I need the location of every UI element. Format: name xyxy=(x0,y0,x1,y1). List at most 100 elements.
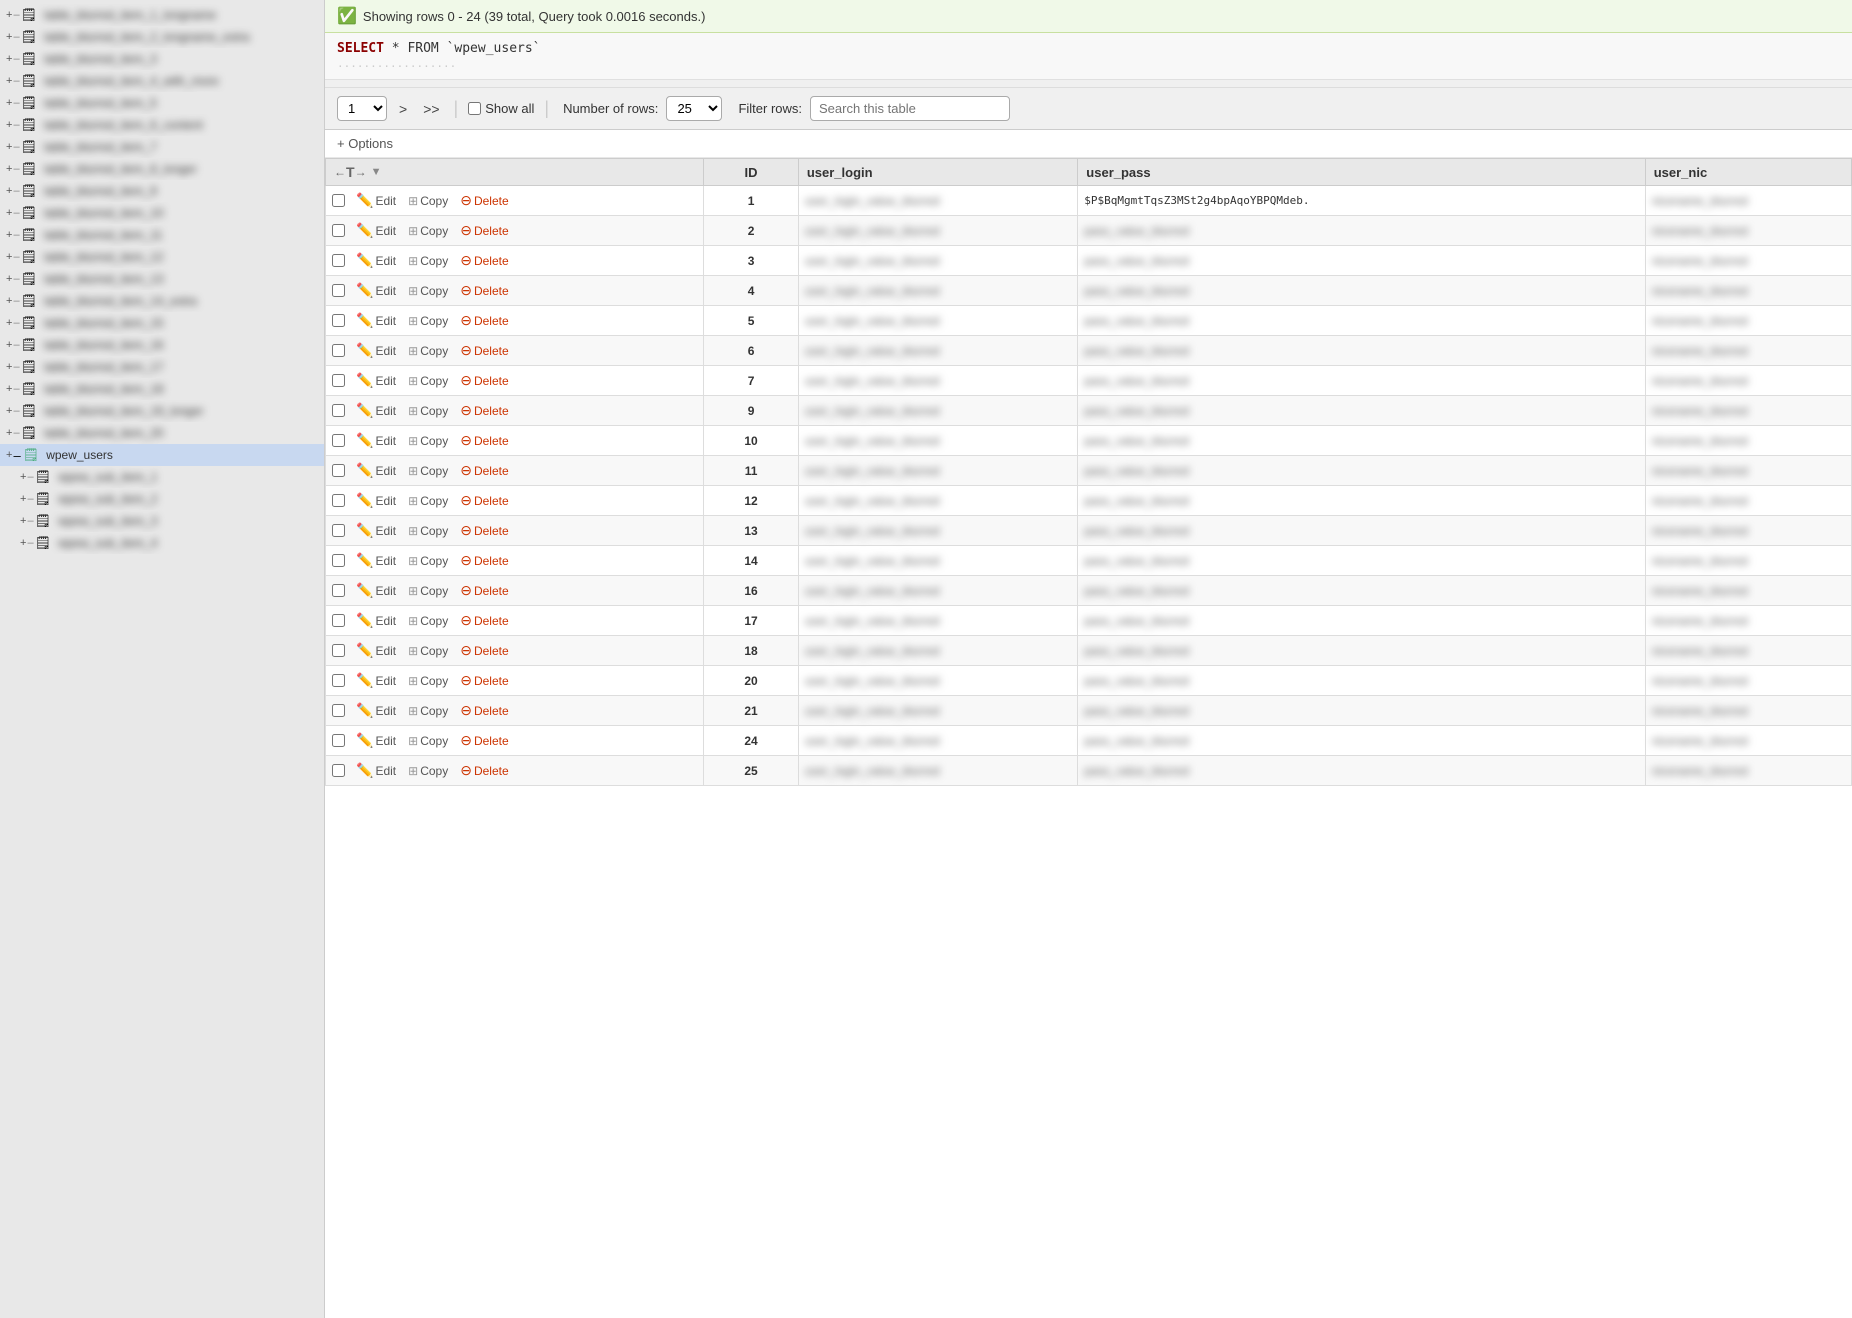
sidebar-item-18[interactable]: + – 🗒 table_blurred_item_18 xyxy=(0,378,324,400)
copy-button[interactable]: ⊞ Copy xyxy=(403,282,453,300)
row-checkbox[interactable] xyxy=(332,314,345,327)
sidebar-item-sub-3[interactable]: + – 🗒 wpew_sub_item_3 xyxy=(0,510,324,532)
copy-button[interactable]: ⊞ Copy xyxy=(403,762,453,780)
delete-button[interactable]: ⊖ Delete xyxy=(455,280,513,301)
sidebar-item-3[interactable]: + – 🗒 table_blurred_item_3 xyxy=(0,48,324,70)
row-checkbox[interactable] xyxy=(332,374,345,387)
sidebar-item-17[interactable]: + – 🗒 table_blurred_item_17 xyxy=(0,356,324,378)
row-checkbox[interactable] xyxy=(332,464,345,477)
delete-button[interactable]: ⊖ Delete xyxy=(455,520,513,541)
sidebar-item-12[interactable]: + – 🗒 table_blurred_item_12 xyxy=(0,246,324,268)
sidebar-item-14[interactable]: + – 🗒 table_blurred_item_14_extra xyxy=(0,290,324,312)
copy-button[interactable]: ⊞ Copy xyxy=(403,312,453,330)
delete-button[interactable]: ⊖ Delete xyxy=(455,460,513,481)
delete-button[interactable]: ⊖ Delete xyxy=(455,430,513,451)
row-checkbox[interactable] xyxy=(332,614,345,627)
row-checkbox[interactable] xyxy=(332,704,345,717)
sidebar-item-1[interactable]: + – 🗒 table_blurred_item_1_longname xyxy=(0,4,324,26)
delete-button[interactable]: ⊖ Delete xyxy=(455,700,513,721)
edit-button[interactable]: ✏️ Edit xyxy=(351,550,401,571)
copy-button[interactable]: ⊞ Copy xyxy=(403,252,453,270)
delete-button[interactable]: ⊖ Delete xyxy=(455,220,513,241)
options-link[interactable]: + Options xyxy=(337,136,393,151)
sidebar-item-10[interactable]: + – 🗒 table_blurred_item_10 xyxy=(0,202,324,224)
delete-button[interactable]: ⊖ Delete xyxy=(455,400,513,421)
copy-button[interactable]: ⊞ Copy xyxy=(403,672,453,690)
sidebar-item-6[interactable]: + – 🗒 table_blurred_item_6_content xyxy=(0,114,324,136)
row-checkbox[interactable] xyxy=(332,764,345,777)
sidebar-item-sub-2[interactable]: + – 🗒 wpew_sub_item_2 xyxy=(0,488,324,510)
copy-button[interactable]: ⊞ Copy xyxy=(403,192,453,210)
copy-button[interactable]: ⊞ Copy xyxy=(403,522,453,540)
col-header-pass[interactable]: user_pass xyxy=(1078,159,1645,186)
copy-button[interactable]: ⊞ Copy xyxy=(403,432,453,450)
edit-button[interactable]: ✏️ Edit xyxy=(351,580,401,601)
row-checkbox[interactable] xyxy=(332,194,345,207)
col-header-actions[interactable]: ← T → ▼ xyxy=(326,159,704,186)
sidebar-item-19[interactable]: + – 🗒 table_blurred_item_19_longer xyxy=(0,400,324,422)
row-checkbox[interactable] xyxy=(332,254,345,267)
sidebar-item-13[interactable]: + – 🗒 table_blurred_item_13 xyxy=(0,268,324,290)
nav-last-button[interactable]: >> xyxy=(419,99,443,119)
delete-button[interactable]: ⊖ Delete xyxy=(455,610,513,631)
edit-button[interactable]: ✏️ Edit xyxy=(351,670,401,691)
row-checkbox[interactable] xyxy=(332,644,345,657)
row-checkbox[interactable] xyxy=(332,734,345,747)
sidebar-item-wpew-users[interactable]: + – 🗒 wpew_users xyxy=(0,444,324,466)
sidebar-item-16[interactable]: + – 🗒 table_blurred_item_16 xyxy=(0,334,324,356)
delete-button[interactable]: ⊖ Delete xyxy=(455,340,513,361)
delete-button[interactable]: ⊖ Delete xyxy=(455,760,513,781)
row-checkbox[interactable] xyxy=(332,494,345,507)
show-all-checkbox[interactable] xyxy=(468,102,481,115)
col-header-id[interactable]: ID xyxy=(704,159,799,186)
delete-button[interactable]: ⊖ Delete xyxy=(455,550,513,571)
sidebar-item-sub-1[interactable]: + – 🗒 wpew_sub_item_1 xyxy=(0,466,324,488)
col-header-nic[interactable]: user_nic xyxy=(1645,159,1851,186)
copy-button[interactable]: ⊞ Copy xyxy=(403,372,453,390)
edit-button[interactable]: ✏️ Edit xyxy=(351,310,401,331)
copy-button[interactable]: ⊞ Copy xyxy=(403,222,453,240)
col-header-login[interactable]: user_login xyxy=(798,159,1077,186)
copy-button[interactable]: ⊞ Copy xyxy=(403,402,453,420)
sidebar-item-15[interactable]: + – 🗒 table_blurred_item_15 xyxy=(0,312,324,334)
filter-input[interactable] xyxy=(810,96,1010,121)
edit-button[interactable]: ✏️ Edit xyxy=(351,220,401,241)
delete-button[interactable]: ⊖ Delete xyxy=(455,370,513,391)
row-checkbox[interactable] xyxy=(332,554,345,567)
edit-button[interactable]: ✏️ Edit xyxy=(351,430,401,451)
sidebar-item-7[interactable]: + – 🗒 table_blurred_item_7 xyxy=(0,136,324,158)
sidebar-item-2[interactable]: + – 🗒 table_blurred_item_2_longname_extr… xyxy=(0,26,324,48)
sidebar-item-8[interactable]: + – 🗒 table_blurred_item_8_longer xyxy=(0,158,324,180)
copy-button[interactable]: ⊞ Copy xyxy=(403,582,453,600)
row-checkbox[interactable] xyxy=(332,284,345,297)
page-selector[interactable]: 1 xyxy=(337,96,387,121)
edit-button[interactable]: ✏️ Edit xyxy=(351,280,401,301)
delete-button[interactable]: ⊖ Delete xyxy=(455,310,513,331)
edit-button[interactable]: ✏️ Edit xyxy=(351,610,401,631)
copy-button[interactable]: ⊞ Copy xyxy=(403,732,453,750)
sidebar-item-9[interactable]: + – 🗒 table_blurred_item_9 xyxy=(0,180,324,202)
sidebar-item-11[interactable]: + – 🗒 table_blurred_item_11 xyxy=(0,224,324,246)
copy-button[interactable]: ⊞ Copy xyxy=(403,702,453,720)
row-checkbox[interactable] xyxy=(332,434,345,447)
copy-button[interactable]: ⊞ Copy xyxy=(403,642,453,660)
sidebar-item-5[interactable]: + – 🗒 table_blurred_item_5 xyxy=(0,92,324,114)
delete-button[interactable]: ⊖ Delete xyxy=(455,190,513,211)
copy-button[interactable]: ⊞ Copy xyxy=(403,492,453,510)
edit-button[interactable]: ✏️ Edit xyxy=(351,460,401,481)
delete-button[interactable]: ⊖ Delete xyxy=(455,250,513,271)
row-checkbox[interactable] xyxy=(332,524,345,537)
sidebar-item-sub-4[interactable]: + – 🗒 wpew_sub_item_4 xyxy=(0,532,324,554)
edit-button[interactable]: ✏️ Edit xyxy=(351,370,401,391)
delete-button[interactable]: ⊖ Delete xyxy=(455,730,513,751)
delete-button[interactable]: ⊖ Delete xyxy=(455,670,513,691)
edit-button[interactable]: ✏️ Edit xyxy=(351,490,401,511)
show-all-label[interactable]: Show all xyxy=(468,101,534,116)
copy-button[interactable]: ⊞ Copy xyxy=(403,462,453,480)
delete-button[interactable]: ⊖ Delete xyxy=(455,490,513,511)
edit-button[interactable]: ✏️ Edit xyxy=(351,340,401,361)
copy-button[interactable]: ⊞ Copy xyxy=(403,342,453,360)
row-checkbox[interactable] xyxy=(332,344,345,357)
edit-button[interactable]: ✏️ Edit xyxy=(351,700,401,721)
row-checkbox[interactable] xyxy=(332,584,345,597)
